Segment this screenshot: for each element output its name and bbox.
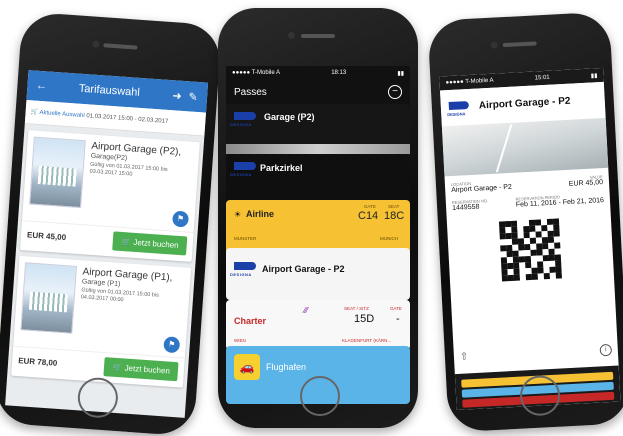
passes-header: Passes −	[226, 80, 410, 104]
gate-value: -	[396, 313, 400, 325]
phone-right: ●●●●● T-Mobile A 15:01 ▮▮ DESIGNA Airpor…	[427, 11, 623, 433]
value-amount: EUR 45,00	[568, 179, 604, 188]
login-icon[interactable]: ➜	[169, 88, 186, 103]
page-title: Tarifauswahl	[78, 82, 141, 99]
pass-title: Airline	[246, 209, 275, 219]
gate-value: C14	[358, 210, 379, 222]
speaker	[502, 41, 537, 48]
reservation-number: 1449558	[452, 203, 480, 212]
pass-photo-strip	[226, 144, 410, 154]
book-now-button[interactable]: 🛒 Jetzt buchen	[103, 357, 179, 382]
designa-logo-icon	[234, 112, 256, 120]
pass-airport-garage[interactable]: DESIGNA Airport Garage - P2	[226, 248, 410, 300]
from-city: MUNSTER	[234, 236, 257, 241]
cart-icon: 🛒	[30, 109, 39, 116]
back-arrow-icon[interactable]: ←	[33, 79, 50, 93]
tariff-screen: ← Tarifauswahl ➜ ✎ 🛒 Aktuelle Auswahl 01…	[5, 70, 209, 418]
tag-icon[interactable]: ✎	[185, 90, 202, 104]
offer-card: Airport Garage (P2), Garage(P2) Gültig v…	[19, 130, 200, 262]
add-pass-icon[interactable]: −	[388, 85, 402, 99]
airline-stripe-icon: ⁄⁄⁄	[304, 306, 309, 315]
designa-logo-icon	[234, 162, 256, 170]
pass-title: Charter	[234, 316, 267, 326]
garage-photo	[29, 136, 86, 209]
logo-text: DESIGNA	[447, 111, 466, 118]
clock: 15:01	[534, 74, 550, 82]
pass-charter[interactable]: Charter ⁄⁄⁄ SEAT / SITZ 15D GATE - WIEN …	[226, 300, 410, 350]
share-icon[interactable]: ⇧	[460, 351, 469, 362]
logo-text: DESIGNA	[230, 272, 252, 277]
pass-title: Parkzirkel	[260, 163, 303, 173]
reservation-row: RESERVATION NO. 1449558 RESERVATION PERI…	[446, 192, 610, 213]
logo-text: DESIGNA	[230, 122, 252, 127]
battery-icon: ▮▮	[397, 70, 404, 77]
offer-card: Airport Garage (P1), Garage (P1) Gültig …	[11, 255, 192, 388]
book-now-button[interactable]: 🛒 Jetzt buchen	[112, 231, 188, 256]
front-camera	[92, 40, 100, 48]
to-city: MUNICH	[380, 236, 398, 241]
battery-icon: ▮▮	[590, 72, 598, 80]
logo-text: DESIGNA	[230, 172, 252, 177]
pass-photo	[441, 117, 609, 177]
carrier: ●●●●● T-Mobile A	[445, 77, 494, 87]
speaker	[301, 34, 335, 38]
seat-value: 18C	[384, 210, 405, 222]
airline-sun-icon: ☀	[234, 210, 242, 219]
clock: 18:13	[331, 70, 347, 76]
seat-label: SEAT	[388, 204, 400, 209]
book-now-label: Jetzt buchen	[124, 363, 171, 376]
gate-label: GATE	[390, 306, 402, 311]
info-icon[interactable]: i	[599, 343, 613, 357]
to-city: KLAGENFURT (KÄRN...	[342, 338, 392, 343]
pass-title: Airport Garage - P2	[478, 95, 571, 112]
location-row: LOCATION Airport Garage - P2 VALUE EUR 4…	[445, 174, 609, 195]
front-camera	[288, 32, 295, 39]
passes-screen: ●●●●● T-Mobile A 18:13 ▮▮ Passes − DESIG…	[226, 66, 410, 404]
book-now-label: Jetzt buchen	[133, 237, 179, 250]
offer-price: EUR 78,00	[17, 356, 58, 368]
offer-price: EUR 45,00	[26, 230, 67, 243]
seat-label: SEAT / SITZ	[344, 306, 369, 311]
pass-title: Garage (P2)	[264, 112, 315, 122]
speaker	[103, 43, 138, 50]
phone-middle: ●●●●● T-Mobile A 18:13 ▮▮ Passes − DESIG…	[218, 8, 418, 428]
pass-detail-screen: ●●●●● T-Mobile A 15:01 ▮▮ DESIGNA Airpor…	[439, 67, 621, 411]
qr-code	[498, 218, 562, 282]
car-icon: 🚗	[234, 354, 260, 380]
pass-title: Flughafen	[266, 362, 307, 372]
pass-title: Airport Garage - P2	[262, 264, 345, 274]
seat-value: 15D	[354, 313, 375, 325]
selection-range: 01.03.2017 15:00 - 02.03.2017	[86, 113, 169, 125]
garage-photo	[20, 262, 77, 334]
selection-link[interactable]: Aktuelle Auswahl	[39, 110, 85, 119]
home-button[interactable]	[300, 376, 340, 416]
phone-left: ← Tarifauswahl ➜ ✎ 🛒 Aktuelle Auswahl 01…	[0, 11, 223, 436]
gate-label: GATE	[364, 204, 376, 209]
status-bar: ●●●●● T-Mobile A 18:13 ▮▮	[226, 66, 410, 80]
designa-logo-icon	[448, 100, 470, 111]
from-city: WIEN	[234, 338, 246, 343]
carrier: ●●●●● T-Mobile A	[232, 70, 281, 76]
passes-title: Passes	[234, 86, 267, 98]
front-camera	[490, 41, 498, 49]
designa-logo-icon	[234, 262, 256, 270]
